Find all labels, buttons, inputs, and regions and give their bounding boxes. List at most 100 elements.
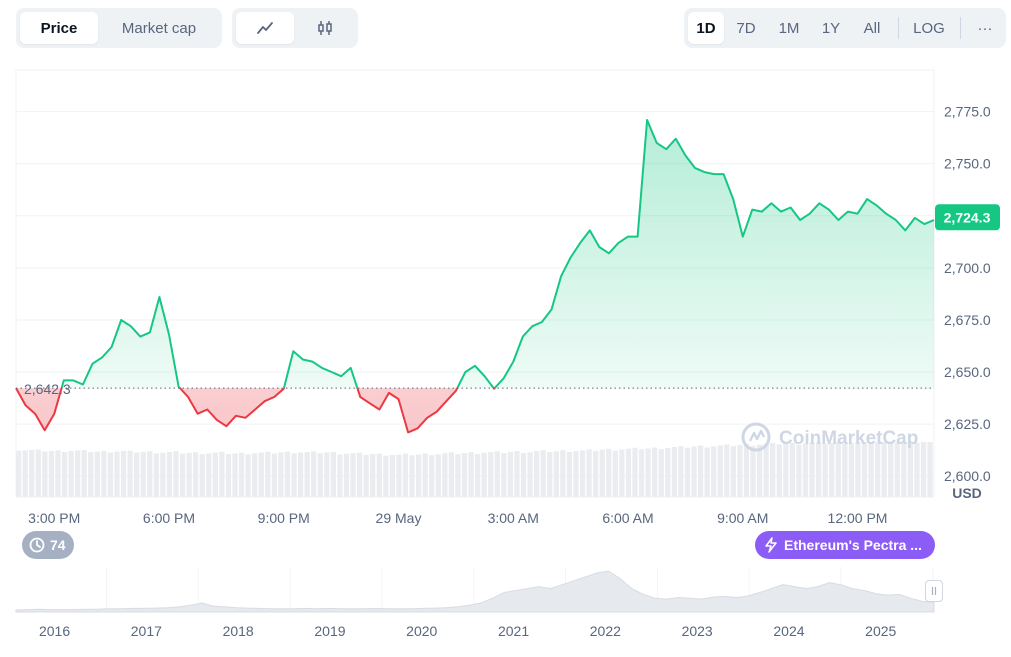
volume-bar <box>684 447 691 497</box>
x-tick-label: 9:00 PM <box>258 510 310 526</box>
volume-bar <box>927 442 933 497</box>
volume-bar <box>514 451 520 497</box>
history-icon <box>29 537 45 553</box>
volume-bar <box>219 451 225 497</box>
volume-bar <box>153 453 159 497</box>
volume-bar <box>547 452 553 497</box>
volume-bar <box>678 446 684 497</box>
volume-bar <box>396 454 402 497</box>
lightning-icon <box>765 537 777 553</box>
y-tick-label: 2,700.0 <box>944 260 991 276</box>
event-badge[interactable]: Ethereum's Pectra ... <box>755 531 935 559</box>
volume-bar <box>166 451 173 497</box>
y-tick-label: 2,650.0 <box>944 364 991 380</box>
volume-bar <box>566 451 573 497</box>
overview-year-label: 2016 <box>39 623 70 639</box>
coinmarketcap-logo-icon <box>741 422 771 452</box>
volume-bar <box>140 451 146 497</box>
volume-bar <box>796 444 802 497</box>
overview-year-label: 2017 <box>131 623 162 639</box>
volume-bar <box>61 451 68 497</box>
volume-bar <box>632 447 638 497</box>
volume-bar <box>540 450 546 497</box>
volume-bar <box>776 444 782 497</box>
volume-bar <box>291 453 297 497</box>
volume-bar <box>435 454 441 497</box>
volume-bar <box>55 450 61 497</box>
volume-bar <box>527 452 533 497</box>
x-tick-label: 6:00 AM <box>602 510 653 526</box>
volume-bar <box>855 442 861 497</box>
x-tick-label: 3:00 AM <box>488 510 539 526</box>
volume-bar <box>206 453 212 497</box>
overview-year-label: 2024 <box>773 623 804 639</box>
navigator-handle[interactable] <box>925 580 943 602</box>
volume-bar <box>534 451 540 497</box>
volume-bar <box>455 454 461 497</box>
volume-bar <box>16 450 22 497</box>
volume-bar <box>829 443 835 497</box>
history-badge[interactable]: 74 <box>22 531 74 559</box>
volume-bar <box>881 442 887 497</box>
volume-bar <box>625 448 632 497</box>
volume-bar <box>160 452 166 497</box>
volume-bar <box>501 453 507 497</box>
volume-bar <box>743 443 750 497</box>
y-tick-label: 2,600.0 <box>944 468 991 484</box>
volume-bar <box>730 446 736 497</box>
x-tick-label: 3:00 PM <box>28 510 80 526</box>
volume-bar <box>737 444 743 497</box>
volume-bar <box>134 452 140 497</box>
volume-bar <box>409 455 415 497</box>
volume-bar <box>586 449 592 497</box>
volume-bar <box>330 452 336 497</box>
volume-bar <box>422 453 428 497</box>
volume-bar <box>238 452 245 497</box>
volume-bar <box>888 443 894 497</box>
currency-label: USD <box>952 485 982 501</box>
volume-bar <box>599 449 605 497</box>
volume-bar <box>88 452 94 497</box>
watermark-text: CoinMarketCap <box>779 428 918 449</box>
volume-bar <box>94 451 100 497</box>
coinmarketcap-watermark: CoinMarketCap <box>741 422 918 452</box>
overview-year-label: 2023 <box>682 623 713 639</box>
volume-bar <box>724 444 730 497</box>
volume-bar <box>317 453 323 497</box>
volume-bar <box>225 454 232 497</box>
volume-bar <box>822 443 828 497</box>
volume-bar <box>868 443 874 497</box>
volume-bar <box>186 452 192 497</box>
overview-year-label: 2022 <box>590 623 621 639</box>
volume-bar <box>612 450 618 497</box>
volume-bar <box>691 446 697 497</box>
volume-bar <box>815 442 822 497</box>
volume-bar <box>212 452 218 497</box>
volume-bar <box>697 445 704 497</box>
volume-bar <box>35 449 41 497</box>
overview-year-label: 2018 <box>223 623 254 639</box>
volume-bar <box>258 452 264 497</box>
volume-bar <box>717 445 723 497</box>
volume-bar <box>553 451 559 497</box>
volume-bar <box>297 452 304 497</box>
current-price-badge: 2,724.3 <box>935 204 1000 231</box>
volume-bar <box>376 453 382 497</box>
volume-bar <box>68 451 74 497</box>
volume-bar <box>114 451 120 497</box>
volume-bar <box>658 449 664 497</box>
volume-bar <box>763 443 769 497</box>
overview-year-label: 2021 <box>498 623 529 639</box>
volume-bar <box>481 452 487 497</box>
volume-bar <box>75 450 81 497</box>
volume-bar <box>711 446 717 497</box>
svg-text:2,724.3: 2,724.3 <box>944 209 991 225</box>
volume-bar <box>920 442 927 497</box>
volume-bar <box>193 452 199 497</box>
volume-bar <box>252 453 258 497</box>
volume-bar <box>415 454 422 497</box>
volume-bar <box>507 451 514 497</box>
volume-bar <box>101 450 107 497</box>
volume-bar <box>442 453 448 497</box>
volume-bar <box>147 451 153 497</box>
